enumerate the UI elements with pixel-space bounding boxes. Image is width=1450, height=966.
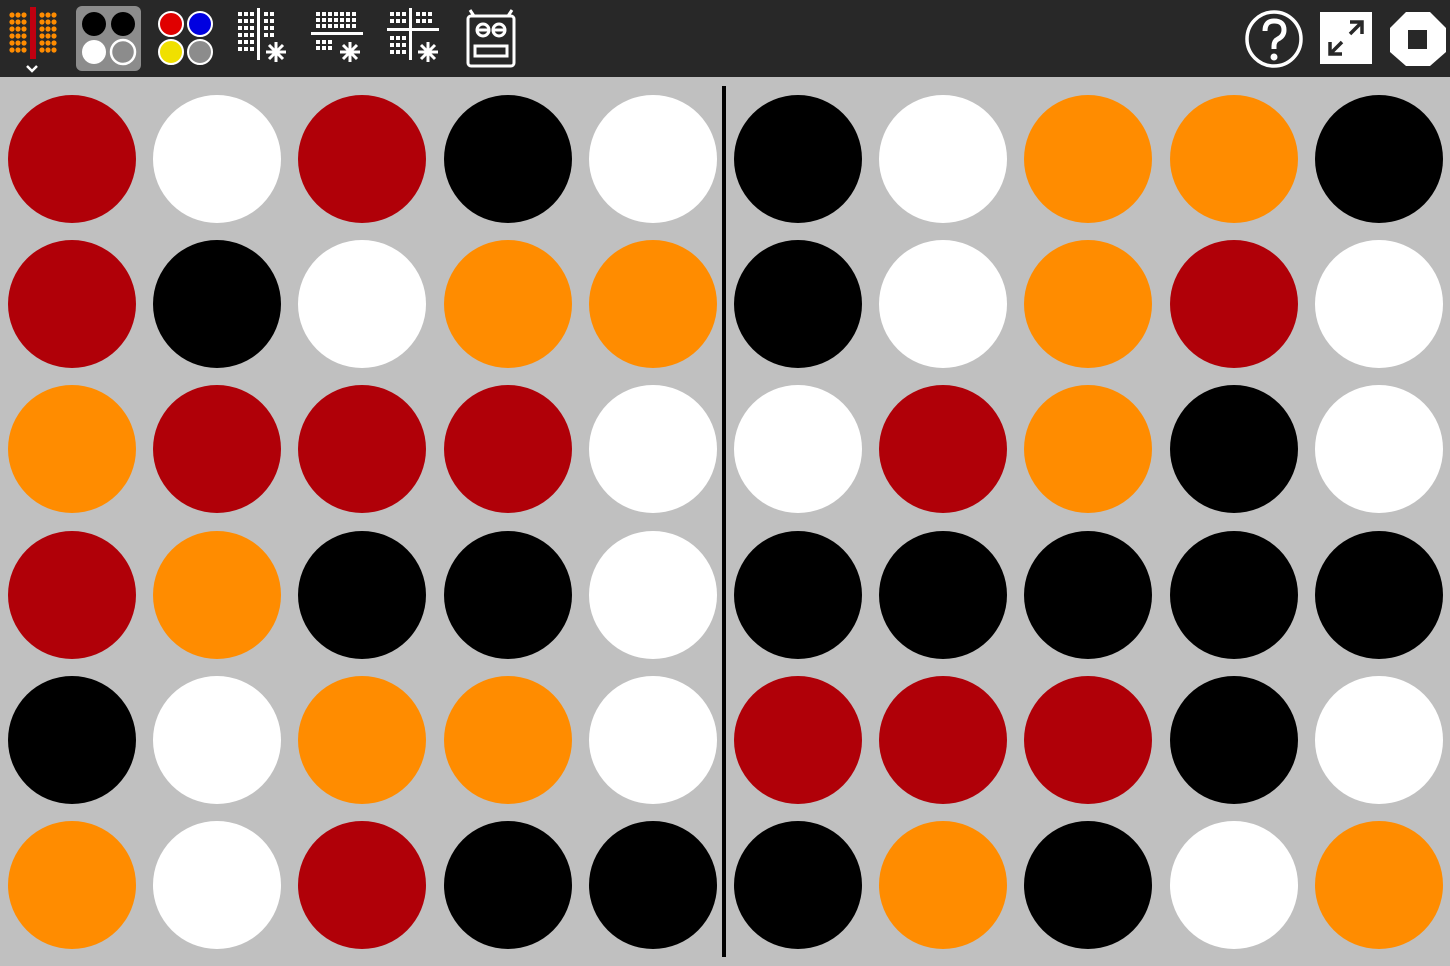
vertical-split-icon <box>238 8 286 62</box>
board-cell-orange[interactable] <box>298 675 427 804</box>
board-cell-red[interactable] <box>8 530 136 659</box>
board-cell-black[interactable] <box>588 821 717 949</box>
board-cell-black[interactable] <box>734 530 862 659</box>
board-cell-white[interactable] <box>1314 385 1443 514</box>
fullscreen-icon <box>1320 12 1372 64</box>
vertical-split-button[interactable] <box>232 0 294 77</box>
palette-rgby-button[interactable] <box>153 0 219 77</box>
palette-rgby-icon <box>158 11 213 65</box>
board-cell-black[interactable] <box>443 95 572 223</box>
board-cell-orange[interactable] <box>1024 385 1153 514</box>
palette-bw-button[interactable] <box>76 0 142 77</box>
board-cell-white[interactable] <box>153 675 282 804</box>
board-cell-black[interactable] <box>443 530 572 659</box>
board-cell-orange[interactable] <box>588 240 717 369</box>
board-cell-red[interactable] <box>298 821 427 949</box>
board-cell-red[interactable] <box>298 95 427 223</box>
board-cell-black[interactable] <box>8 675 136 804</box>
board-cell-white[interactable] <box>588 675 717 804</box>
board-cell-orange[interactable] <box>153 530 282 659</box>
palette-bw-icon <box>76 6 141 71</box>
board-cell-black[interactable] <box>1314 95 1443 223</box>
board-cell-black[interactable] <box>1024 821 1153 949</box>
board-cell-orange[interactable] <box>8 821 136 949</box>
board-cell-black[interactable] <box>443 821 572 949</box>
board-cell-white[interactable] <box>588 95 717 223</box>
horizontal-split-button[interactable] <box>308 0 370 77</box>
board-cell-black[interactable] <box>734 821 862 949</box>
fullscreen-button[interactable] <box>1318 0 1374 77</box>
board-cell-orange[interactable] <box>1024 95 1153 223</box>
board-cell-orange[interactable] <box>1169 95 1298 223</box>
board-cell-orange[interactable] <box>443 240 572 369</box>
board-cell-white[interactable] <box>879 95 1008 223</box>
board-cell-orange[interactable] <box>443 675 572 804</box>
board-cell-black[interactable] <box>734 95 862 223</box>
board-cell-red[interactable] <box>8 95 136 223</box>
board-cell-black[interactable] <box>1169 530 1298 659</box>
game-board <box>0 77 1450 966</box>
board-cell-black[interactable] <box>153 240 282 369</box>
board-cell-black[interactable] <box>1024 530 1153 659</box>
board-cell-red[interactable] <box>879 385 1008 514</box>
board-cell-black[interactable] <box>1169 675 1298 804</box>
board-cell-red[interactable] <box>879 675 1008 804</box>
board-cell-white[interactable] <box>1169 821 1298 949</box>
board-cell-white[interactable] <box>153 821 282 949</box>
robot-button[interactable] <box>460 0 522 77</box>
board-size-button[interactable] <box>4 0 60 77</box>
board-cell-red[interactable] <box>734 675 862 804</box>
board-divider <box>722 86 726 957</box>
board-cell-orange[interactable] <box>8 385 136 514</box>
horizontal-split-icon <box>311 12 363 62</box>
stop-button[interactable] <box>1388 0 1448 77</box>
board-cell-black[interactable] <box>879 530 1008 659</box>
board-cell-white[interactable] <box>588 530 717 659</box>
board-cell-orange[interactable] <box>879 821 1008 949</box>
board-cell-white[interactable] <box>588 385 717 514</box>
board-cell-red[interactable] <box>1024 675 1153 804</box>
robot-icon <box>466 9 516 68</box>
board-cell-white[interactable] <box>1314 240 1443 369</box>
toolbar <box>0 0 1450 77</box>
board-cell-black[interactable] <box>1314 530 1443 659</box>
board-cell-white[interactable] <box>879 240 1008 369</box>
board-cell-white[interactable] <box>298 240 427 369</box>
board-cell-red[interactable] <box>298 385 427 514</box>
board-cell-black[interactable] <box>734 240 862 369</box>
board-cell-red[interactable] <box>1169 240 1298 369</box>
board-cell-white[interactable] <box>734 385 862 514</box>
board-cell-black[interactable] <box>1169 385 1298 514</box>
board-cell-black[interactable] <box>298 530 427 659</box>
board-cell-orange[interactable] <box>1314 821 1443 949</box>
quad-split-icon <box>387 8 439 62</box>
board-cell-red[interactable] <box>443 385 572 514</box>
board-cell-white[interactable] <box>1314 675 1443 804</box>
board-size-icon <box>9 7 57 73</box>
board-cell-white[interactable] <box>153 95 282 223</box>
help-button[interactable] <box>1244 0 1306 77</box>
board-cell-red[interactable] <box>153 385 282 514</box>
board-cell-red[interactable] <box>8 240 136 369</box>
help-icon <box>1245 10 1303 68</box>
board-cell-orange[interactable] <box>1024 240 1153 369</box>
stop-icon <box>1390 12 1446 66</box>
quad-split-button[interactable] <box>384 0 446 77</box>
